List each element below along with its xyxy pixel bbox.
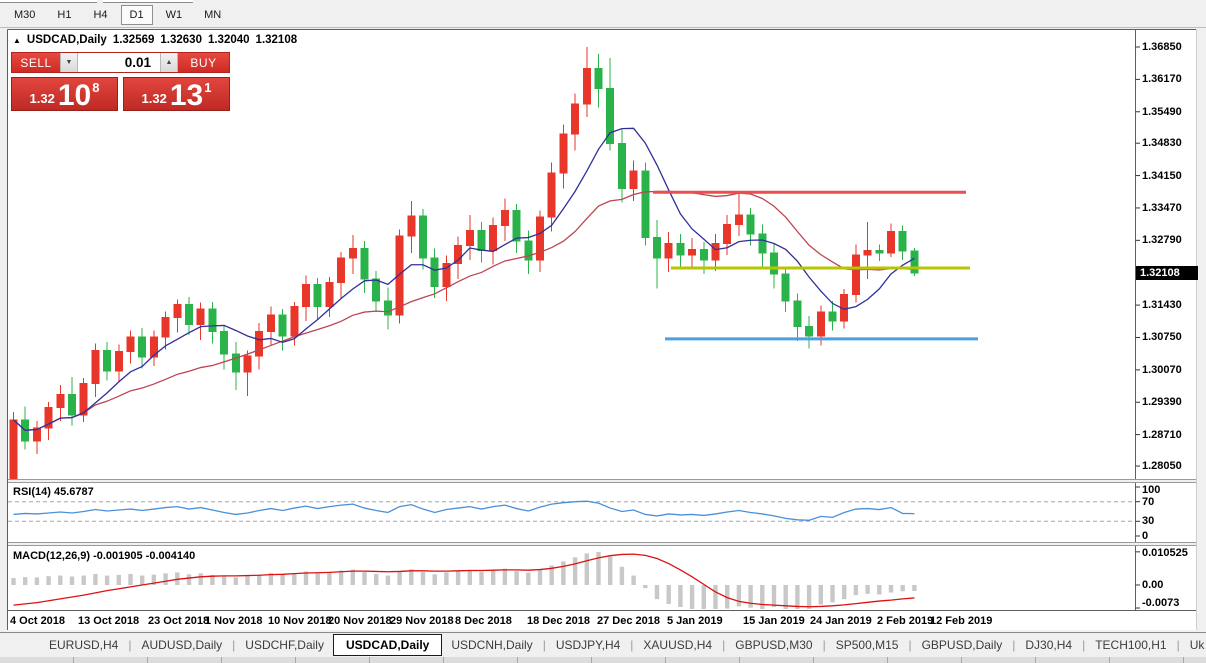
timeframe-button-mn[interactable]: MN [195, 5, 230, 25]
sell-price-panel[interactable]: 1.32 10 8 [11, 77, 118, 111]
buy-button[interactable]: BUY [178, 53, 229, 72]
sell-price-pip: 8 [92, 80, 100, 95]
volume-input[interactable]: 0.01 [78, 53, 160, 72]
collapse-triangle-icon[interactable]: ▲ [13, 36, 21, 45]
sell-button[interactable]: SELL [12, 53, 60, 72]
volume-increase-button[interactable]: ▲ [160, 53, 178, 72]
window-left-edge [0, 28, 7, 631]
chart-background [8, 29, 1196, 630]
symbol-tab-dj30-h4[interactable]: DJ30,H4 [1016, 635, 1081, 655]
symbol-tab-eurusd-h4[interactable]: EURUSD,H4 [40, 635, 127, 655]
timeframe-button-m30[interactable]: M30 [5, 5, 44, 25]
symbol-tab-tech100-h1[interactable]: TECH100,H1 [1086, 635, 1175, 655]
buy-price-big: 13 [169, 78, 204, 112]
buy-price-pip: 1 [204, 80, 212, 95]
symbol-tab-usdchf-daily[interactable]: USDCHF,Daily [236, 635, 333, 655]
timeframe-button-h1[interactable]: H1 [48, 5, 80, 25]
symbol-tab-gbpusd-daily[interactable]: GBPUSD,Daily [913, 635, 1012, 655]
chart-symbol-title: ▲ USDCAD,Daily 1.32569 1.32630 1.32040 1… [13, 34, 303, 46]
symbol-tab-xauusd-h4[interactable]: XAUUSD,H4 [634, 635, 721, 655]
symbol-tab-usdjpy-h4[interactable]: USDJPY,H4 [547, 635, 629, 655]
quote-open: 1.32569 [112, 34, 155, 46]
symbol-tab-bar: EURUSD,H4 | AUDUSD,Daily | USDCHF,Daily USDCA… [0, 632, 1206, 657]
symbol-tab-sp500-m15[interactable]: SP500,M15 [827, 635, 908, 655]
symbol-tab-gbpusd-m30[interactable]: GBPUSD,M30 [726, 635, 821, 655]
symbol-name: USDCAD,Daily [26, 34, 107, 46]
quote-high: 1.32630 [160, 34, 202, 46]
symbol-tab-audusd-daily[interactable]: AUDUSD,Daily [132, 635, 231, 655]
sell-price-prefix: 1.32 [29, 91, 55, 106]
quote-low: 1.32040 [207, 34, 250, 46]
sell-price-big: 10 [57, 78, 92, 112]
symbol-tab-uk[interactable]: Uk [1181, 635, 1206, 655]
timeframe-button-w1[interactable]: W1 [157, 5, 192, 25]
timeframe-button-h4[interactable]: H4 [84, 5, 116, 25]
timeframe-toolbar: M30 H1 H4 D1 W1 MN [0, 3, 1206, 28]
symbol-tab-usdcad-daily[interactable]: USDCAD,Daily [332, 634, 443, 656]
quote-close: 1.32108 [255, 34, 298, 46]
volume-decrease-button[interactable]: ▼ [60, 53, 78, 72]
buy-price-prefix: 1.32 [141, 91, 167, 106]
buy-price-panel[interactable]: 1.32 13 1 [123, 77, 230, 111]
bottom-window-strip [0, 657, 1206, 663]
symbol-tab-usdcnh-daily[interactable]: USDCNH,Daily [442, 635, 541, 655]
one-click-trading-widget: SELL ▼ 0.01 ▲ BUY 1.32 10 8 1.32 13 1 [11, 52, 230, 111]
timeframe-button-d1[interactable]: D1 [120, 5, 153, 25]
window-right-edge [1196, 29, 1206, 630]
